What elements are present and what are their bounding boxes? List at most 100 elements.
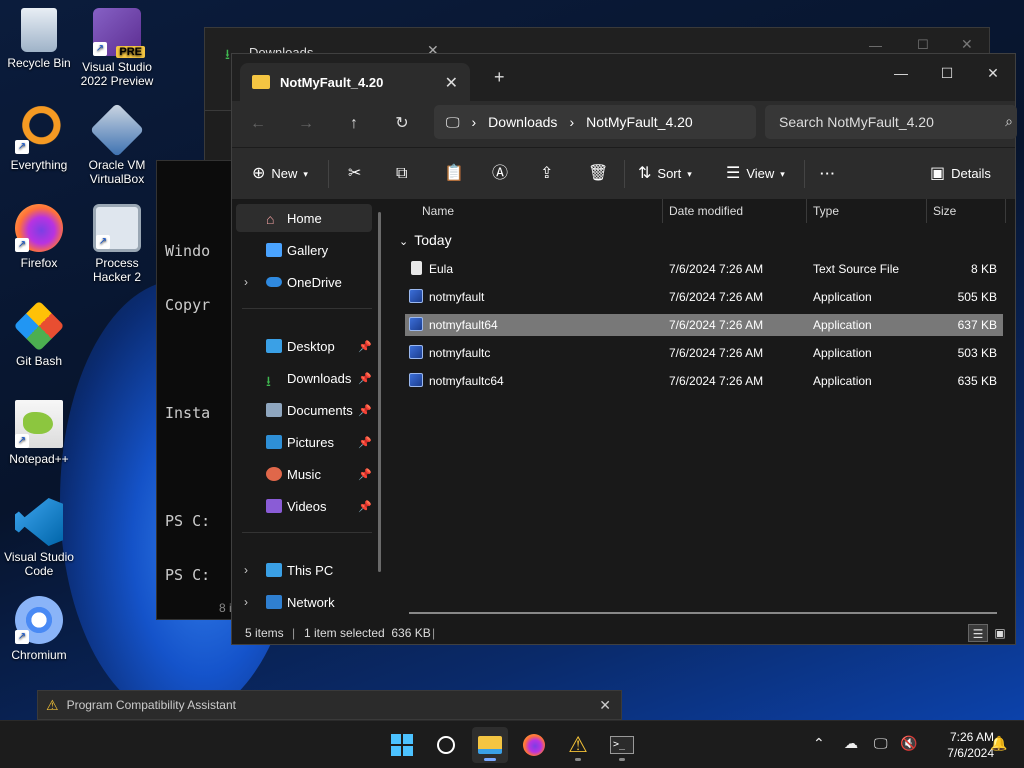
table-row[interactable]: notmyfaultc64 7/6/2024 7:26 AM Applicati… bbox=[405, 370, 1003, 392]
desktop-icon-visual-studio[interactable]: ↗ PRE Visual Studio 2022 Preview bbox=[78, 8, 156, 88]
table-row[interactable]: Eula 7/6/2024 7:26 AM Text Source File 8… bbox=[405, 258, 1003, 280]
maximize-button[interactable]: ☐ bbox=[924, 58, 970, 88]
chevron-right-icon[interactable]: › bbox=[244, 563, 248, 577]
title-bar[interactable]: NotMyFault_4.20 ✕ + — ☐ ✕ bbox=[232, 54, 1015, 101]
desktop-icon-vscode[interactable]: Visual Studio Code bbox=[0, 498, 78, 578]
running-indicator bbox=[619, 758, 625, 761]
desktop-icon-git-bash[interactable]: Git Bash bbox=[0, 300, 78, 368]
notification-bell-icon[interactable]: 🔔 bbox=[990, 735, 1007, 752]
details-view-toggle[interactable]: ☰ bbox=[968, 624, 988, 642]
desktop-icon-notepad-plus-plus[interactable]: ↗ Notepad++ bbox=[0, 400, 78, 466]
sidebar-item-home[interactable]: ⌂ Home bbox=[236, 204, 372, 232]
details-button[interactable]: ▣ Details bbox=[930, 160, 991, 188]
start-button[interactable] bbox=[384, 727, 420, 763]
sidebar-item-downloads[interactable]: ⭳ Downloads 📌 bbox=[236, 364, 372, 392]
desktop-icon-label: Notepad++ bbox=[9, 452, 69, 466]
column-header-size[interactable]: Size bbox=[933, 199, 956, 223]
network-icon bbox=[266, 595, 282, 609]
desktop-icon-process-hacker[interactable]: ↗ Process Hacker 2 bbox=[78, 204, 156, 284]
minimize-button[interactable]: — bbox=[878, 58, 924, 88]
view-button[interactable]: ☰ View ▾ bbox=[726, 160, 785, 188]
search-button[interactable] bbox=[428, 727, 464, 763]
horizontal-scrollbar[interactable] bbox=[409, 612, 997, 614]
chevron-right-icon[interactable]: › bbox=[244, 595, 248, 609]
search-placeholder: Search NotMyFault_4.20 bbox=[779, 114, 934, 130]
share-button[interactable]: ⇪ bbox=[540, 160, 559, 188]
column-divider[interactable] bbox=[662, 199, 663, 223]
network-icon[interactable]: 🖵 bbox=[874, 735, 888, 752]
sidebar-item-network[interactable]: › Network bbox=[236, 588, 372, 616]
rename-button[interactable]: Ⓐ bbox=[492, 160, 514, 188]
sidebar-item-desktop[interactable]: Desktop 📌 bbox=[236, 332, 372, 360]
column-header-type[interactable]: Type bbox=[813, 199, 839, 223]
clipboard-icon: 📋 bbox=[444, 165, 464, 182]
navigation-scrollbar[interactable] bbox=[378, 212, 381, 572]
chevron-up-icon[interactable]: ⌃ bbox=[813, 735, 825, 752]
group-header-today[interactable]: ⌄ Today bbox=[399, 232, 452, 248]
table-row[interactable]: notmyfaultc 7/6/2024 7:26 AM Application… bbox=[405, 342, 1003, 364]
chevron-down-icon: ▾ bbox=[687, 169, 692, 179]
desktop-icon-recycle-bin[interactable]: Recycle Bin bbox=[0, 8, 78, 70]
sidebar-item-gallery[interactable]: Gallery bbox=[236, 236, 372, 264]
sidebar-item-pictures[interactable]: Pictures 📌 bbox=[236, 428, 372, 456]
chevron-right-icon[interactable]: › bbox=[244, 275, 248, 289]
paste-button[interactable]: 📋 bbox=[444, 160, 470, 188]
up-button[interactable]: ↑ bbox=[340, 111, 368, 137]
column-header-name[interactable]: Name bbox=[422, 199, 454, 223]
tiles-view-toggle[interactable]: ▣ bbox=[990, 624, 1010, 642]
table-row[interactable]: notmyfault 7/6/2024 7:26 AM Application … bbox=[405, 286, 1003, 308]
copy-button[interactable]: ⧉ bbox=[396, 160, 413, 188]
sidebar-item-videos[interactable]: Videos 📌 bbox=[236, 492, 372, 520]
background-terminal[interactable]: Windo Copyr Insta PS C: PS C: 8 i bbox=[156, 160, 236, 620]
column-divider[interactable] bbox=[806, 199, 807, 223]
sort-button[interactable]: ⇅ Sort ▾ bbox=[638, 160, 692, 188]
taskbar-file-explorer[interactable] bbox=[472, 727, 508, 763]
search-input[interactable]: Search NotMyFault_4.20 ⌕ bbox=[765, 105, 1017, 139]
forward-button[interactable]: → bbox=[292, 111, 320, 137]
clock[interactable]: 7:26 AM 7/6/2024 bbox=[918, 729, 994, 761]
windows-logo-icon bbox=[391, 734, 413, 756]
close-window-button[interactable]: ✕ bbox=[970, 58, 1016, 88]
taskbar-terminal[interactable]: >_ bbox=[604, 727, 640, 763]
status-divider: | bbox=[432, 626, 436, 640]
desktop-icon-everything[interactable]: ↗ Everything bbox=[0, 106, 78, 172]
more-options-button[interactable]: ··· bbox=[820, 160, 836, 188]
delete-button[interactable]: 🗑 bbox=[588, 160, 614, 188]
back-button[interactable]: ← bbox=[244, 111, 272, 137]
trash-icon: 🗑 bbox=[588, 165, 609, 182]
desktop-icon-chromium[interactable]: ↗ Chromium bbox=[0, 596, 78, 662]
taskbar-firefox[interactable] bbox=[516, 727, 552, 763]
column-divider[interactable] bbox=[1005, 199, 1006, 223]
new-button[interactable]: ⊕ New ▾ bbox=[252, 160, 308, 188]
volume-muted-icon[interactable]: 🔇 bbox=[900, 735, 917, 752]
tab-close-icon[interactable]: ✕ bbox=[445, 73, 458, 93]
close-icon[interactable]: ✕ bbox=[599, 697, 611, 714]
sidebar-item-documents[interactable]: Documents 📌 bbox=[236, 396, 372, 424]
new-tab-icon[interactable]: + bbox=[494, 67, 505, 88]
firefox-icon bbox=[523, 734, 545, 756]
cloud-offline-icon[interactable]: ☁ bbox=[844, 735, 858, 752]
cut-button[interactable]: ✂ bbox=[348, 160, 367, 188]
refresh-button[interactable]: ↻ bbox=[388, 111, 416, 137]
desktop-icon-label: Recycle Bin bbox=[7, 56, 71, 70]
sidebar-item-onedrive[interactable]: › OneDrive bbox=[236, 268, 372, 296]
terminal-line: Copyr bbox=[165, 296, 211, 314]
breadcrumb[interactable]: 🖵 › Downloads › NotMyFault_4.20 bbox=[434, 105, 756, 139]
column-header-date[interactable]: Date modified bbox=[669, 199, 743, 223]
tab-notmyfault[interactable]: NotMyFault_4.20 ✕ bbox=[240, 63, 470, 101]
pin-icon: 📌 bbox=[358, 468, 372, 481]
file-size: 503 KB bbox=[957, 346, 997, 360]
desktop-icon-firefox[interactable]: ↗ Firefox bbox=[0, 204, 78, 270]
table-row-selected[interactable]: notmyfault64 7/6/2024 7:26 AM Applicatio… bbox=[405, 314, 1003, 336]
chevron-right-icon: › bbox=[471, 114, 477, 130]
file-explorer-window[interactable]: NotMyFault_4.20 ✕ + — ☐ ✕ ← → ↑ ↻ 🖵 › Do… bbox=[231, 53, 1017, 645]
breadcrumb-notmyfault[interactable]: NotMyFault_4.20 bbox=[586, 114, 693, 130]
breadcrumb-downloads[interactable]: Downloads bbox=[488, 114, 557, 130]
sidebar-item-this-pc[interactable]: › This PC bbox=[236, 556, 372, 584]
sidebar-item-music[interactable]: Music 📌 bbox=[236, 460, 372, 488]
desktop-icon-virtualbox[interactable]: Oracle VM VirtualBox bbox=[78, 102, 156, 186]
taskbar-warning-app[interactable]: ⚠ bbox=[560, 727, 596, 763]
compatibility-assistant-bar[interactable]: ⚠ Program Compatibility Assistant ✕ bbox=[37, 690, 622, 720]
close-icon: ✕ bbox=[961, 36, 973, 52]
column-divider[interactable] bbox=[926, 199, 927, 223]
